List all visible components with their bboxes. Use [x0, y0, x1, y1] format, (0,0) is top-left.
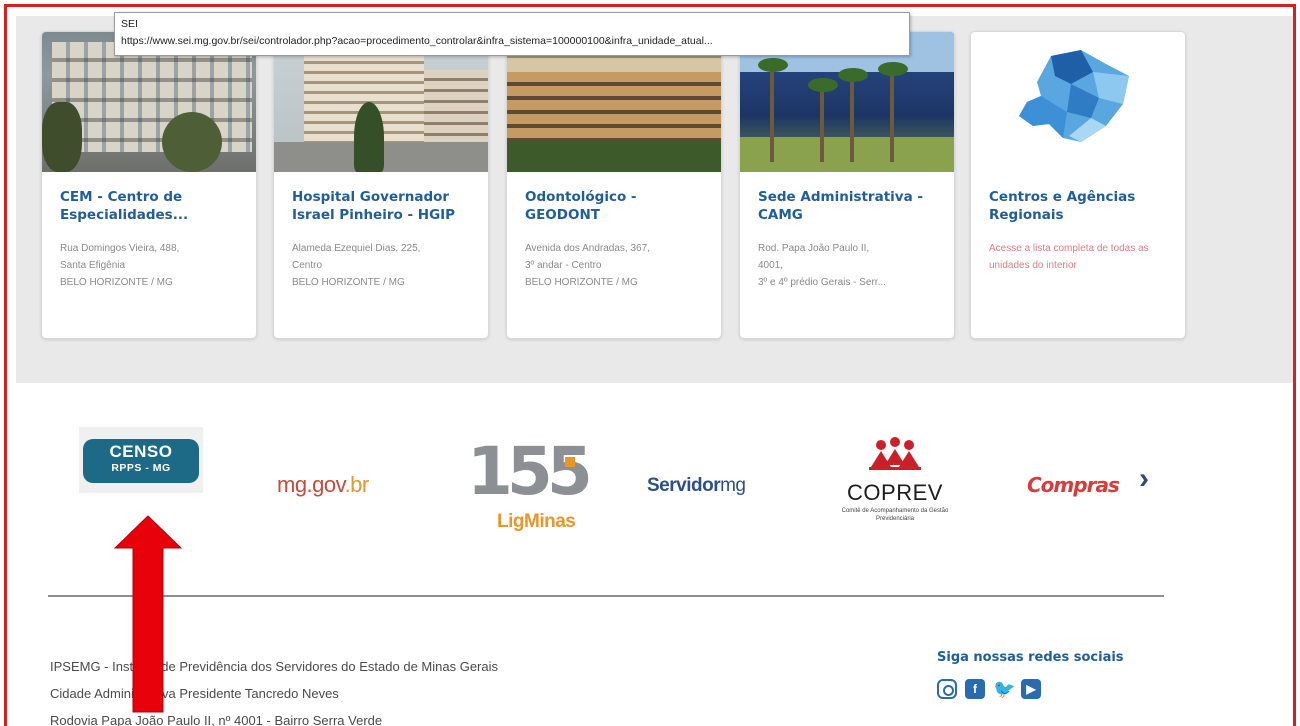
compras-logo-main: Compras — [1027, 473, 1120, 497]
unit-city: BELO HORIZONTE / MG — [525, 277, 638, 288]
censo-logo-line2: RPPS - MG — [111, 462, 171, 474]
link-tooltip: SEI https://www.sei.mg.gov.br/sei/contro… — [114, 12, 910, 56]
twitter-icon[interactable]: 🐦 — [993, 679, 1015, 699]
mggov-logo-tail: .br — [344, 472, 370, 497]
unit-city: BELO HORIZONTE / MG — [292, 277, 405, 288]
red-up-arrow-annotation — [113, 515, 183, 713]
unit-card-title[interactable]: CEM - Centro de Especialidades... — [60, 188, 238, 228]
unit-address-line: Santa Efigênia — [60, 260, 126, 271]
unit-city: BELO HORIZONTE / MG — [60, 277, 173, 288]
servidor-logo-mg: mg — [720, 475, 746, 496]
censo-rpps-logo[interactable]: CENSO RPPS - MG — [79, 427, 203, 493]
unit-card-title[interactable]: Odontológico - GEODONT — [525, 188, 703, 228]
tooltip-url: https://www.sei.mg.gov.br/sei/controlado… — [121, 35, 713, 47]
ligminas-label: LigMinas — [497, 511, 576, 532]
mggov-logo[interactable]: mg.gov.br — [277, 472, 369, 498]
carousel-next-icon[interactable]: › — [1139, 461, 1149, 497]
regional-list-link[interactable]: Acesse a lista completa de todas as unid… — [989, 240, 1167, 274]
mggov-logo-main: mg.gov — [277, 472, 345, 497]
ligminas-number: 155 — [467, 433, 593, 510]
coprev-logo-word: COPREV — [847, 480, 943, 505]
units-section: CEM - Centro de Especialidades... Rua Do… — [16, 16, 1293, 383]
unit-card-hgip[interactable]: Hospital Governador Israel Pinheiro - HG… — [273, 31, 489, 339]
unit-address-line: Rod. Papa João Paulo II, — [758, 243, 870, 254]
unit-address-line: Avenida dos Andradas, 367, — [525, 243, 650, 254]
unit-address-line: Centro — [292, 260, 323, 271]
tooltip-title: SEI — [121, 18, 138, 30]
unit-address-line: Alameda Ezequiel Dias, 225, — [292, 243, 421, 254]
footer-divider — [48, 595, 1164, 597]
social-section: Siga nossas redes sociais f 🐦 ▶ — [937, 650, 1124, 699]
unit-address-line: 3º andar - Centro — [525, 260, 602, 271]
unit-address-line: Rua Domingos Vieira, 488, — [60, 243, 180, 254]
unit-card-geodont[interactable]: Odontológico - GEODONT Avenida dos Andra… — [506, 31, 722, 339]
unit-card-camg[interactable]: Sede Administrativa - CAMG Rod. Papa Joã… — [739, 31, 955, 339]
unit-card-title[interactable]: Hospital Governador Israel Pinheiro - HG… — [292, 188, 470, 228]
youtube-icon[interactable]: ▶ — [1021, 679, 1041, 699]
unit-address-line: 4001, — [758, 260, 784, 271]
unit-card-title[interactable]: Centros e Agências Regionais — [989, 188, 1167, 228]
servidor-logo-main: Servidor — [647, 475, 721, 496]
coprev-logo-subtitle: Comitê de Acompanhamento da Gestão Previ… — [841, 508, 949, 522]
unit-card-cem[interactable]: CEM - Centro de Especialidades... Rua Do… — [41, 31, 257, 339]
social-title: Siga nossas redes sociais — [937, 650, 1124, 665]
coprev-logo[interactable]: COPREV Comitê de Acompanhamento da Gestã… — [835, 437, 955, 537]
annotation-frame: CEM - Centro de Especialidades... Rua Do… — [4, 4, 1296, 726]
ligminas-155-logo[interactable]: 155 LigMinas — [467, 437, 593, 537]
coprev-people-icon — [835, 437, 955, 473]
instagram-icon[interactable] — [937, 679, 957, 699]
partner-logos-carousel: CENSO RPPS - MG mg.gov.br 155 LigMinas S… — [7, 417, 1293, 547]
minas-gerais-map-icon — [971, 32, 1185, 172]
unit-address-line: 3º e 4º prédio Gerais - Serr... — [758, 277, 886, 288]
facebook-icon[interactable]: f — [965, 679, 985, 699]
unit-card-title[interactable]: Sede Administrativa - CAMG — [758, 188, 936, 228]
censo-logo-line1: CENSO — [109, 442, 173, 461]
servidor-mg-logo[interactable]: Servidormg — [647, 475, 746, 497]
compras-mg-logo[interactable]: Compras — [1027, 473, 1120, 497]
unit-card-regionais[interactable]: Centros e Agências Regionais Acesse a li… — [970, 31, 1186, 339]
